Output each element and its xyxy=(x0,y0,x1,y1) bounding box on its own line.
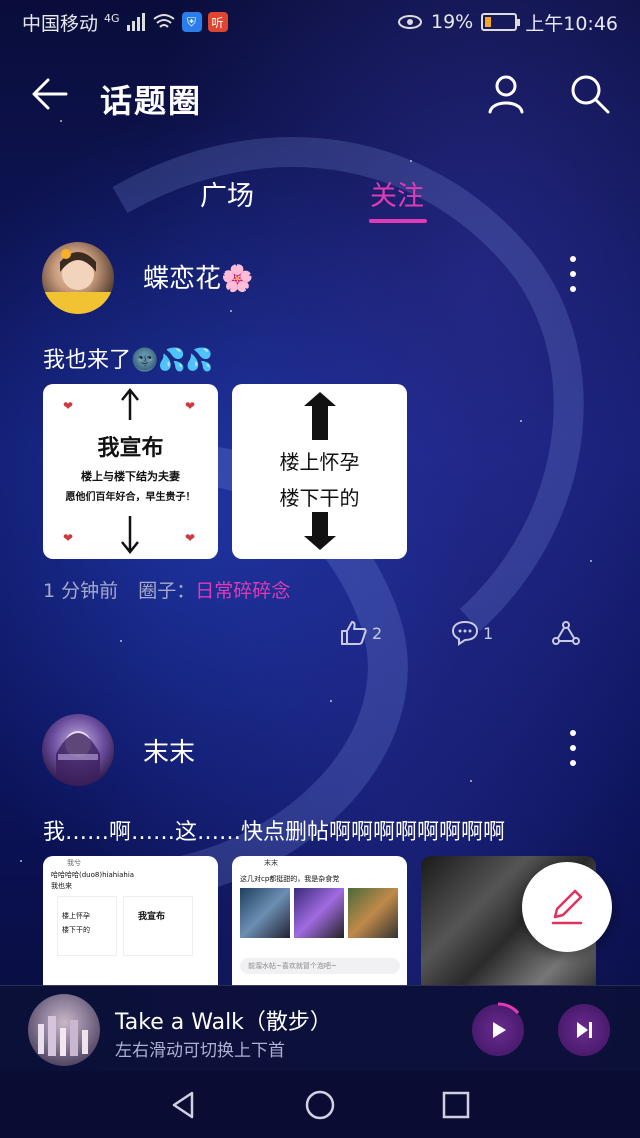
image-caption-line: 楼下干的 xyxy=(279,486,360,510)
battery-percent: 19% xyxy=(431,11,474,33)
comment-count: 1 xyxy=(483,623,494,643)
compose-button[interactable] xyxy=(522,862,612,952)
music-app-badge: 听 xyxy=(207,12,228,32)
network-label: 4G xyxy=(104,11,120,25)
image-username: 我兮 xyxy=(67,859,81,867)
image-caption-line: 哈哈哈哈(duo8)hiahiahia xyxy=(51,871,135,879)
image-thumb xyxy=(348,888,398,938)
more-options-icon[interactable] xyxy=(568,730,578,766)
image-input-text: 前溜水帖~喜欢就冒个泡吧~ xyxy=(240,958,400,974)
comment-icon xyxy=(451,620,479,646)
nav-back-icon[interactable] xyxy=(168,1089,200,1121)
status-bar: 中国移动 4G ⛨ 听 19% 上午10:46 xyxy=(0,0,640,44)
search-icon[interactable] xyxy=(568,72,612,116)
thumbs-up-icon xyxy=(341,621,367,645)
shield-app-icon: ⛨ xyxy=(181,12,202,32)
share-icon xyxy=(552,621,580,645)
image-thumb xyxy=(294,888,344,938)
post-meta: 1 分钟前 圈子：日常碎碎念 xyxy=(43,576,290,603)
svg-text:❤: ❤ xyxy=(185,399,195,413)
post-image[interactable]: 末末 这几对cp都挺甜的，我是杂食党 前溜水帖~喜欢就冒个泡吧~ xyxy=(232,856,407,986)
post-text: 我也来了🌚💦💦 xyxy=(43,348,214,373)
mini-player[interactable]: Take a Walk（散步） 左右滑动可切换上下首 xyxy=(0,985,640,1071)
circle-label: 圈子： xyxy=(138,580,196,602)
clock: 上午10:46 xyxy=(525,12,618,35)
avatar[interactable] xyxy=(42,714,114,786)
svg-text:❤: ❤ xyxy=(185,531,195,545)
image-thumb xyxy=(240,888,290,938)
post-username[interactable]: 末末 xyxy=(143,732,195,769)
thumb-text: 楼下干的 xyxy=(62,926,90,934)
nav-home-icon[interactable] xyxy=(304,1089,336,1121)
image-thumb: 楼上怀孕 楼下干的 xyxy=(57,896,117,956)
image-username: 末末 xyxy=(264,859,278,867)
song-title: Take a Walk（散步） xyxy=(115,1010,332,1035)
comment-button[interactable]: 1 xyxy=(451,620,493,646)
post-text: 我……啊……这……快点删帖啊啊啊啊啊啊啊啊 xyxy=(43,820,506,845)
image-caption-line: 这几对cp都挺甜的，我是杂食党 xyxy=(240,875,340,883)
tab-following[interactable]: 关注 xyxy=(370,174,424,213)
post-image[interactable]: 我兮 哈哈哈哈(duo8)hiahiahia 我也来 楼上怀孕 楼下干的 我宣布 xyxy=(43,856,218,986)
svg-text:❤: ❤ xyxy=(63,399,73,413)
tab-square[interactable]: 广场 xyxy=(200,174,254,213)
nav-recents-icon[interactable] xyxy=(440,1089,472,1121)
post-username[interactable]: 蝶恋花🌸 xyxy=(143,258,253,295)
thumb-text: 我宣布 xyxy=(138,912,166,922)
share-button[interactable] xyxy=(552,620,580,646)
app-header: 话题圈 xyxy=(0,60,640,130)
more-options-icon[interactable] xyxy=(568,256,578,292)
circle-link[interactable]: 日常碎碎念 xyxy=(195,580,290,602)
arrow-left-icon[interactable] xyxy=(30,74,70,114)
image-caption-title: 我宣布 xyxy=(97,436,164,461)
album-cover[interactable] xyxy=(28,994,100,1066)
wifi-icon xyxy=(152,14,175,28)
user-icon[interactable] xyxy=(484,72,528,116)
system-nav-bar xyxy=(0,1071,640,1138)
battery-icon xyxy=(481,13,521,31)
post-time: 1 分钟前 xyxy=(43,580,119,602)
next-button[interactable] xyxy=(558,1004,610,1056)
avatar[interactable] xyxy=(42,242,114,314)
pencil-icon xyxy=(551,889,583,925)
image-caption-line: 楼上与楼下结为夫妻 xyxy=(81,470,180,483)
page-title: 话题圈 xyxy=(100,82,203,120)
image-caption-line: 愿他们百年好合，早生贵子！ xyxy=(65,492,196,503)
post-image[interactable]: ❤ ❤ ❤ ❤ 我宣布 楼上与楼下结为夫妻 愿他们百年好合，早生贵子！ xyxy=(43,384,218,559)
carrier-label: 中国移动 xyxy=(22,12,99,35)
swipe-hint: 左右滑动可切换上下首 xyxy=(115,1041,285,1061)
eye-icon xyxy=(398,15,422,29)
like-button[interactable]: 2 xyxy=(340,620,382,646)
svg-text:❤: ❤ xyxy=(63,531,73,545)
thumb-text: 楼上怀孕 xyxy=(62,912,90,920)
image-caption-line: 我也来 xyxy=(51,882,72,890)
signal-icon xyxy=(126,13,145,31)
progress-ring xyxy=(497,1002,520,1015)
active-tab-indicator xyxy=(369,219,427,223)
skip-next-icon xyxy=(577,1022,592,1038)
like-count: 2 xyxy=(372,623,383,643)
image-caption-line: 楼上怀孕 xyxy=(279,450,360,474)
post-image[interactable]: 楼上怀孕 楼下干的 xyxy=(232,384,407,559)
image-thumb: 我宣布 xyxy=(123,896,193,956)
